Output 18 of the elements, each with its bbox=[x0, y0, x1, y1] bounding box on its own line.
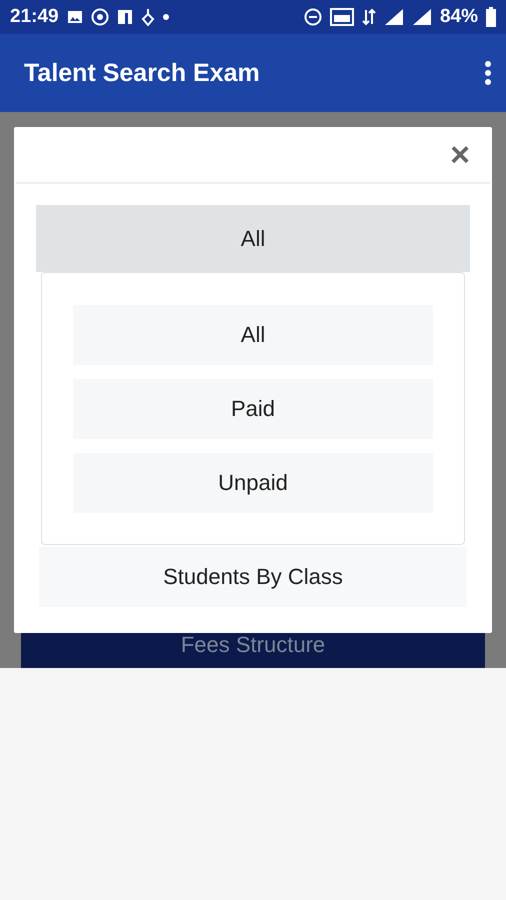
dropdown-option[interactable]: All bbox=[73, 305, 433, 365]
do-not-disturb-icon bbox=[304, 8, 322, 26]
payment-filter-dropdown[interactable]: All bbox=[36, 205, 470, 272]
data-arrows-icon bbox=[362, 8, 376, 26]
more-menu-icon[interactable] bbox=[484, 60, 492, 86]
close-button[interactable]: × bbox=[450, 138, 470, 172]
battery-percent: 84% bbox=[440, 6, 478, 28]
dropdown-option[interactable]: Paid bbox=[73, 379, 433, 439]
clock-time: 21:49 bbox=[10, 6, 59, 28]
students-by-class-button[interactable]: Students By Class bbox=[39, 547, 467, 607]
screen-icon bbox=[330, 8, 354, 26]
signal-icon bbox=[384, 8, 404, 26]
app-title: Talent Search Exam bbox=[24, 58, 260, 88]
dot-icon bbox=[162, 14, 169, 20]
dropdown-option[interactable]: Unpaid bbox=[73, 453, 433, 513]
gallery-icon bbox=[66, 9, 83, 25]
battery-icon bbox=[486, 7, 496, 27]
signal-icon bbox=[412, 8, 432, 26]
